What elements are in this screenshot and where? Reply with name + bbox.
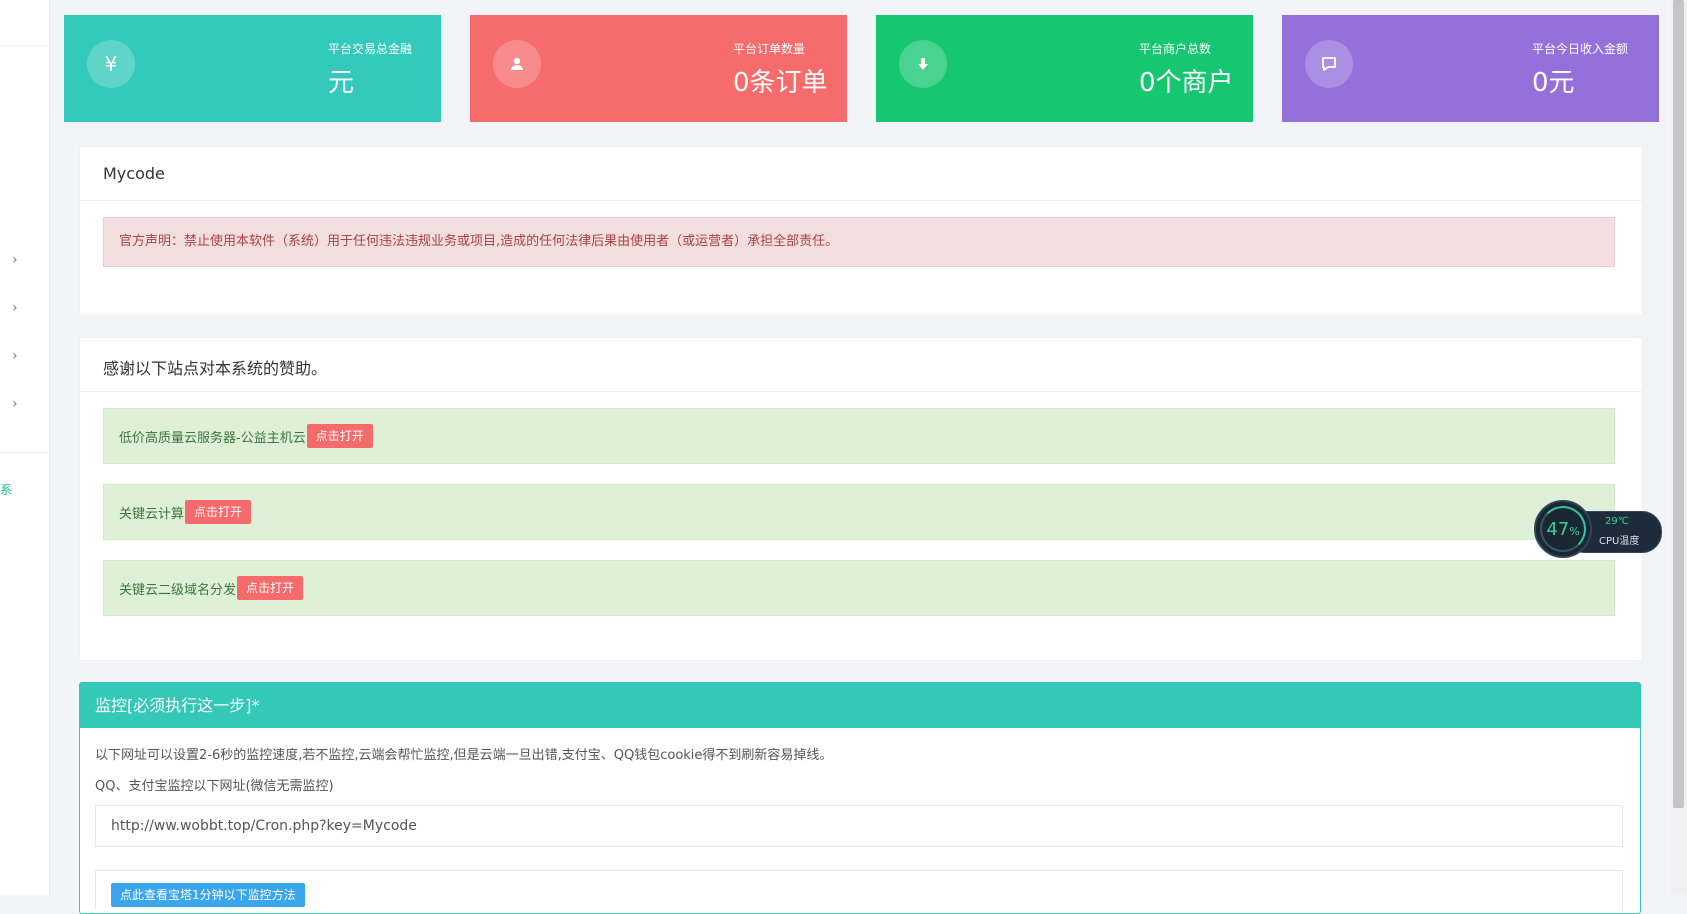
monitor-title: 监控[必须执行这一步]*	[80, 683, 1640, 728]
chevron-right-icon[interactable]: ›	[12, 396, 18, 412]
sponsor-name: 关键云计算	[119, 506, 185, 522]
stat-card-merchant-count: 平台商户总数 0个商户	[876, 15, 1253, 122]
sidebar: › › › › 系	[0, 0, 50, 895]
cpu-temperature: 29℃	[1605, 516, 1629, 527]
stat-value: 元	[328, 68, 355, 98]
monitor-url-field[interactable]: http://ww.wobbt.top/Cron.php?key=Mycode	[95, 805, 1623, 847]
sidebar-divider	[0, 452, 49, 453]
cpu-label: CPU温度	[1599, 536, 1640, 547]
sponsor-name: 关键云二级域名分发	[119, 582, 237, 598]
sidebar-item-label[interactable]: 系	[0, 481, 12, 498]
notice-panel: Mycode 官方声明：禁止使用本软件（系统）用于任何违法违规业务或项目,造成的…	[79, 146, 1643, 315]
guide-box: 点此查看宝塔1分钟以下监控方法	[95, 870, 1623, 910]
open-sponsor-button[interactable]: 点击打开	[306, 424, 373, 448]
stat-value: 0元	[1532, 68, 1575, 98]
user-icon	[493, 40, 541, 88]
open-sponsor-button[interactable]: 点击打开	[185, 500, 252, 524]
stat-card-total-amount: ¥ 平台交易总金融 元	[64, 15, 441, 122]
monitor-description: 以下网址可以设置2-6秒的监控速度,若不监控,云端会帮忙监控,但是云端一旦出错,…	[95, 748, 833, 763]
sponsor-name: 低价高质量云服务器-公益主机云	[119, 430, 306, 446]
panel-divider	[80, 200, 1642, 201]
sponsor-item: 低价高质量云服务器-公益主机云 点击打开	[103, 408, 1615, 464]
sponsors-panel: 感谢以下站点对本系统的赞助。 低价高质量云服务器-公益主机云 点击打开 关键云计…	[79, 337, 1643, 661]
cpu-usage-unit: %	[1569, 524, 1580, 538]
cpu-usage-value: 47	[1546, 518, 1570, 540]
monitor-subtitle: QQ、支付宝监控以下网址(微信无需监控)	[95, 779, 334, 794]
scrollbar-thumb[interactable]	[1673, 0, 1684, 808]
chevron-right-icon[interactable]: ›	[12, 348, 18, 364]
monitor-panel: 监控[必须执行这一步]* 以下网址可以设置2-6秒的监控速度,若不监控,云端会帮…	[79, 682, 1641, 914]
cpu-usage-gauge: 47%	[1534, 500, 1592, 558]
stat-card-today-income: 平台今日收入金额 0元	[1282, 15, 1659, 122]
stat-label: 平台商户总数	[1139, 42, 1212, 56]
cpu-temperature-widget[interactable]: 29℃ CPU温度 47%	[1534, 500, 1662, 560]
sponsor-item: 关键云二级域名分发 点击打开	[103, 560, 1615, 616]
stat-card-order-count: 平台订单数量 0条订单	[470, 15, 847, 122]
stat-label: 平台交易总金融	[328, 42, 413, 56]
stat-label: 平台今日收入金额	[1532, 42, 1629, 56]
sidebar-divider	[0, 45, 49, 46]
panel-title: 感谢以下站点对本系统的赞助。	[103, 359, 328, 378]
sponsor-item: 关键云计算 点击打开	[103, 484, 1615, 540]
message-icon	[1305, 40, 1353, 88]
chevron-right-icon[interactable]: ›	[12, 300, 18, 316]
disclaimer-alert: 官方声明：禁止使用本软件（系统）用于任何违法违规业务或项目,造成的任何法律后果由…	[103, 217, 1615, 267]
vertical-scrollbar[interactable]	[1671, 0, 1687, 895]
stat-value: 0条订单	[733, 68, 828, 98]
view-guide-button[interactable]: 点此查看宝塔1分钟以下监控方法	[111, 883, 305, 907]
yen-icon: ¥	[87, 40, 135, 88]
stat-value: 0个商户	[1139, 68, 1234, 98]
download-icon	[899, 40, 947, 88]
stat-label: 平台订单数量	[733, 42, 806, 56]
open-sponsor-button[interactable]: 点击打开	[237, 576, 304, 600]
panel-divider	[80, 391, 1642, 392]
chevron-right-icon[interactable]: ›	[12, 252, 18, 268]
cpu-usage-percent: 47%	[1546, 519, 1579, 540]
panel-title: Mycode	[103, 164, 165, 183]
